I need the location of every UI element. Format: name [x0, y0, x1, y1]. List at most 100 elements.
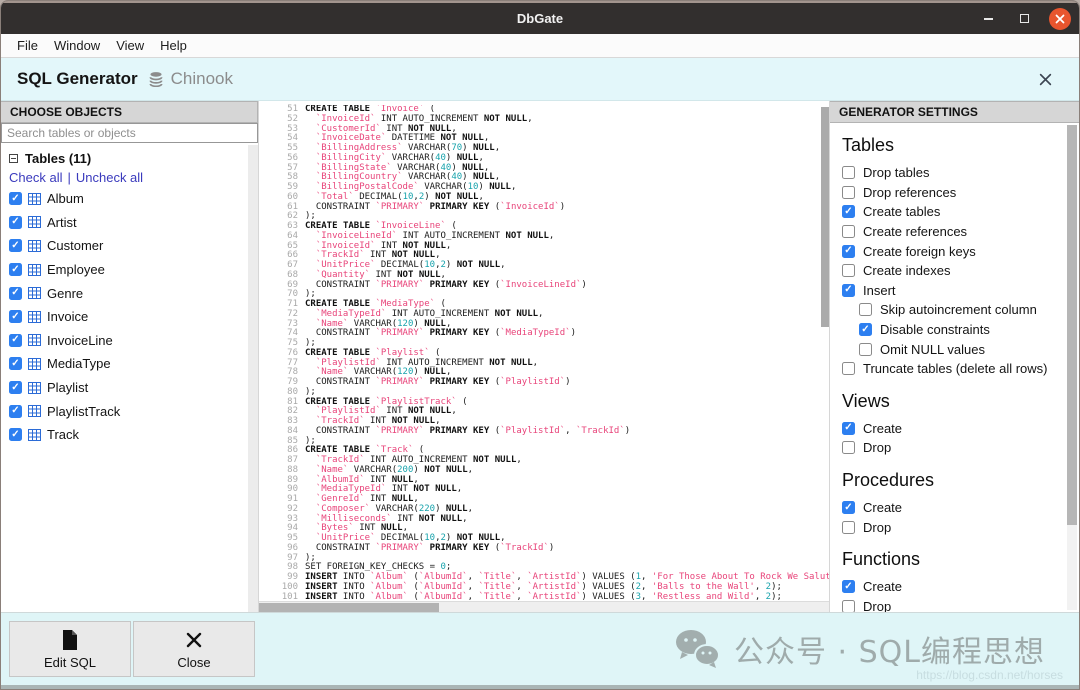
checkbox[interactable]	[859, 323, 872, 337]
table-name: Album	[47, 191, 84, 207]
checkbox[interactable]	[9, 381, 22, 395]
checkbox[interactable]	[842, 580, 855, 594]
checkbox[interactable]	[859, 342, 872, 356]
maximize-button[interactable]	[1013, 8, 1035, 30]
main-content: CHOOSE OBJECTS Tables (11) Check all | U…	[1, 101, 1079, 612]
scrollbar-thumb[interactable]	[821, 107, 829, 327]
checkbox[interactable]	[842, 501, 855, 515]
choose-objects-panel: CHOOSE OBJECTS Tables (11) Check all | U…	[1, 101, 259, 612]
left-panel-scrollbar[interactable]	[248, 145, 258, 612]
checkbox[interactable]	[842, 264, 855, 278]
checkbox[interactable]	[9, 404, 22, 418]
checkbox[interactable]	[842, 205, 855, 219]
close-button[interactable]: Close	[133, 621, 255, 677]
tables-group[interactable]: Tables (11)	[9, 148, 258, 168]
close-icon	[186, 632, 202, 647]
menu-item-window[interactable]: Window	[46, 38, 108, 53]
option-views-create[interactable]: Create	[842, 419, 1065, 439]
title-bar[interactable]: DbGate	[1, 1, 1079, 34]
checkbox[interactable]	[842, 441, 855, 455]
option-tables-disable-constraints[interactable]: Disable constraints	[842, 320, 1065, 340]
footer-bar: Edit SQL Close 公众号 · SQL编程思想 https://blo…	[1, 612, 1079, 685]
sql-generator-header: SQL Generator Chinook	[1, 58, 1079, 101]
checkbox[interactable]	[9, 192, 22, 206]
option-label: Drop tables	[863, 165, 930, 181]
option-tables-drop-references[interactable]: Drop references	[842, 183, 1065, 203]
close-generator-button[interactable]	[1037, 71, 1053, 87]
line-number-gutter: 51 52 53 54 55 56 57 58 59 60 61 62 63 64 65 66 67 68 69 70…	[265, 104, 305, 612]
checkbox[interactable]	[9, 215, 22, 229]
code-line: CONSTRAINT `PRIMARY` PRIMARY KEY (`Media…	[305, 328, 576, 339]
option-label: Drop	[863, 519, 892, 535]
option-label: Create tables	[863, 204, 941, 220]
option-tables-drop-tables[interactable]: Drop tables	[842, 163, 1065, 183]
editor-horizontal-scrollbar[interactable]	[259, 601, 829, 612]
settings-scrollbar[interactable]	[1067, 125, 1077, 610]
sidebar-item-playlist[interactable]: Playlist	[9, 376, 258, 400]
option-functions-drop[interactable]: Drop	[842, 597, 1065, 612]
sidebar-item-invoice[interactable]: Invoice	[9, 305, 258, 329]
checkbox[interactable]	[842, 166, 855, 180]
checkbox[interactable]	[859, 303, 872, 317]
search-input[interactable]	[1, 123, 258, 143]
checkbox[interactable]	[842, 283, 855, 297]
minimize-button[interactable]	[977, 8, 999, 30]
sidebar-item-playlisttrack[interactable]: PlaylistTrack	[9, 399, 258, 423]
option-tables-create-tables[interactable]: Create tables	[842, 202, 1065, 222]
checkbox[interactable]	[842, 362, 855, 376]
sql-editor[interactable]: 51 52 53 54 55 56 57 58 59 60 61 62 63 64 65 66 67 68 69 70…	[259, 101, 829, 612]
database-name: Chinook	[170, 69, 233, 88]
option-functions-create[interactable]: Create	[842, 577, 1065, 597]
code-area[interactable]: CREATE TABLE `Invoice` ( `InvoiceId` INT…	[305, 105, 829, 612]
edit-sql-button[interactable]: Edit SQL	[9, 621, 131, 677]
option-tables-create-references[interactable]: Create references	[842, 222, 1065, 242]
checkbox[interactable]	[842, 185, 855, 199]
check-all-link[interactable]: Check all	[9, 170, 62, 185]
option-label: Omit NULL values	[880, 341, 985, 357]
checkbox[interactable]	[9, 286, 22, 300]
menu-item-help[interactable]: Help	[152, 38, 195, 53]
scrollbar-thumb[interactable]	[1067, 125, 1077, 525]
scrollbar-thumb[interactable]	[259, 603, 439, 612]
sidebar-item-customer[interactable]: Customer	[9, 234, 258, 258]
option-tables-create-foreign-keys[interactable]: Create foreign keys	[842, 241, 1065, 261]
sidebar-item-employee[interactable]: Employee	[9, 258, 258, 282]
menu-item-view[interactable]: View	[108, 38, 152, 53]
checkbox[interactable]	[9, 310, 22, 324]
sidebar-item-invoiceline[interactable]: InvoiceLine	[9, 329, 258, 353]
checkbox[interactable]	[842, 225, 855, 239]
checkbox[interactable]	[9, 428, 22, 442]
checkbox[interactable]	[842, 421, 855, 435]
code-line: CONSTRAINT `PRIMARY` PRIMARY KEY (`Track…	[305, 542, 555, 553]
checkbox[interactable]	[9, 263, 22, 277]
sidebar-item-artist[interactable]: Artist	[9, 211, 258, 235]
sidebar-item-album[interactable]: Album	[9, 187, 258, 211]
option-tables-truncate-tables-delete-all-rows[interactable]: Truncate tables (delete all rows)	[842, 359, 1065, 379]
watermark: 公众号 · SQL编程思想	[674, 627, 1045, 671]
option-tables-omit-null-values[interactable]: Omit NULL values	[842, 339, 1065, 359]
table-name: Artist	[47, 214, 77, 230]
option-procedures-create[interactable]: Create	[842, 498, 1065, 518]
close-window-button[interactable]	[1049, 7, 1071, 30]
editor-vertical-scrollbar[interactable]	[821, 103, 829, 600]
collapse-icon[interactable]	[9, 153, 18, 163]
option-tables-skip-autoincrement-column[interactable]: Skip autoincrement column	[842, 300, 1065, 320]
checkbox[interactable]	[842, 244, 855, 258]
checkbox[interactable]	[842, 520, 855, 534]
option-views-drop[interactable]: Drop	[842, 438, 1065, 458]
option-procedures-drop[interactable]: Drop	[842, 517, 1065, 537]
option-tables-insert[interactable]: Insert	[842, 281, 1065, 301]
option-label: Drop references	[863, 184, 957, 200]
option-tables-create-indexes[interactable]: Create indexes	[842, 261, 1065, 281]
sidebar-item-track[interactable]: Track	[9, 423, 258, 447]
checkbox[interactable]	[9, 239, 22, 253]
checkbox[interactable]	[842, 599, 855, 612]
sidebar-item-genre[interactable]: Genre	[9, 281, 258, 305]
sidebar-item-mediatype[interactable]: MediaType	[9, 352, 258, 376]
menu-item-file[interactable]: File	[9, 38, 46, 53]
table-icon	[28, 310, 41, 323]
uncheck-all-link[interactable]: Uncheck all	[76, 170, 143, 185]
checkbox[interactable]	[9, 333, 22, 347]
table-name: Invoice	[47, 309, 89, 325]
checkbox[interactable]	[9, 357, 22, 371]
